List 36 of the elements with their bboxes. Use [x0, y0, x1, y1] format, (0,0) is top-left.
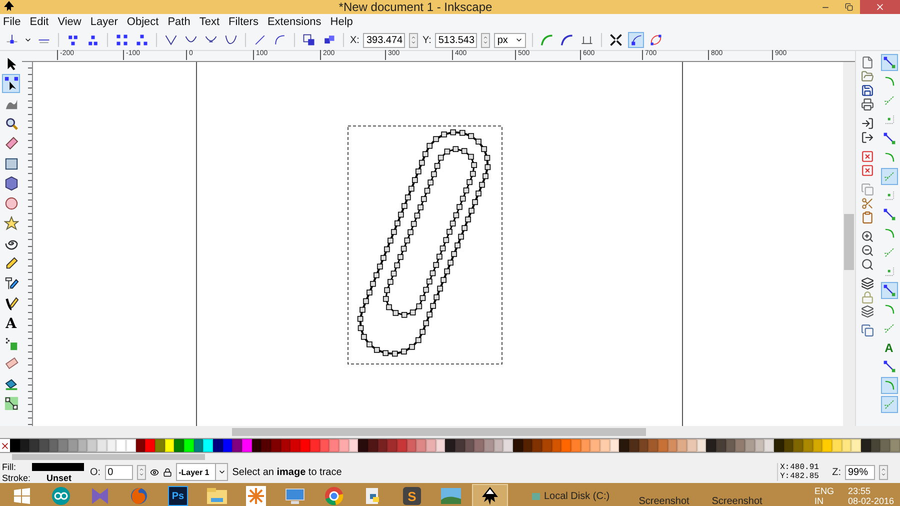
- menu-item[interactable]: Edit: [30, 16, 49, 28]
- window-title: *New document 1 - Inkscape: [338, 0, 494, 14]
- status-message: Select an image to trace: [232, 466, 343, 478]
- unit-dropdown[interactable]: px: [494, 32, 526, 48]
- window-thumbnail-label[interactable]: Screenshot: [702, 486, 772, 506]
- image-editor-app[interactable]: Ps: [160, 484, 196, 506]
- menu-item[interactable]: View: [58, 16, 82, 28]
- x-input-field[interactable]: 393.474: [363, 32, 406, 48]
- x-label: X:: [350, 34, 360, 46]
- cursor-y-value: 482.85: [790, 472, 820, 481]
- menu-item[interactable]: Layer: [90, 16, 118, 28]
- menu-item[interactable]: Filters: [228, 16, 258, 28]
- local-disk-item[interactable]: Local Disk (C:): [531, 490, 626, 502]
- fill-label: Fill:: [2, 462, 17, 472]
- window-thumbnail-label[interactable]: Screenshot: [629, 486, 699, 506]
- menu-item[interactable]: Text: [199, 16, 220, 28]
- text-tool[interactable]: A: [2, 314, 20, 333]
- opacity-input-field[interactable]: 0: [104, 464, 133, 480]
- cursor-x-value: 480.91: [790, 463, 820, 472]
- menu-item[interactable]: Extensions: [267, 16, 322, 28]
- opacity-label: O:: [90, 466, 101, 478]
- menu-item[interactable]: Path: [168, 16, 190, 28]
- menu-item[interactable]: Object: [126, 16, 159, 28]
- zoom-input-field[interactable]: 99%: [845, 464, 875, 480]
- cursor-y-label: Y:: [780, 472, 790, 481]
- cursor-x-label: X:: [780, 463, 790, 472]
- y-label: Y:: [422, 34, 432, 46]
- stroke-label: Stroke:: [2, 472, 32, 482]
- text-editor-app[interactable]: S: [394, 484, 430, 506]
- layer-dropdown[interactable]: -Layer 1: [176, 463, 228, 481]
- y-input-field[interactable]: 513.543: [435, 32, 478, 48]
- zoom-label: Z:: [832, 466, 841, 478]
- snap-text-toggle[interactable]: A: [880, 339, 898, 356]
- menu-item[interactable]: Help: [330, 16, 353, 28]
- stroke-value[interactable]: Unset: [32, 472, 86, 482]
- menu-item[interactable]: File: [3, 16, 21, 28]
